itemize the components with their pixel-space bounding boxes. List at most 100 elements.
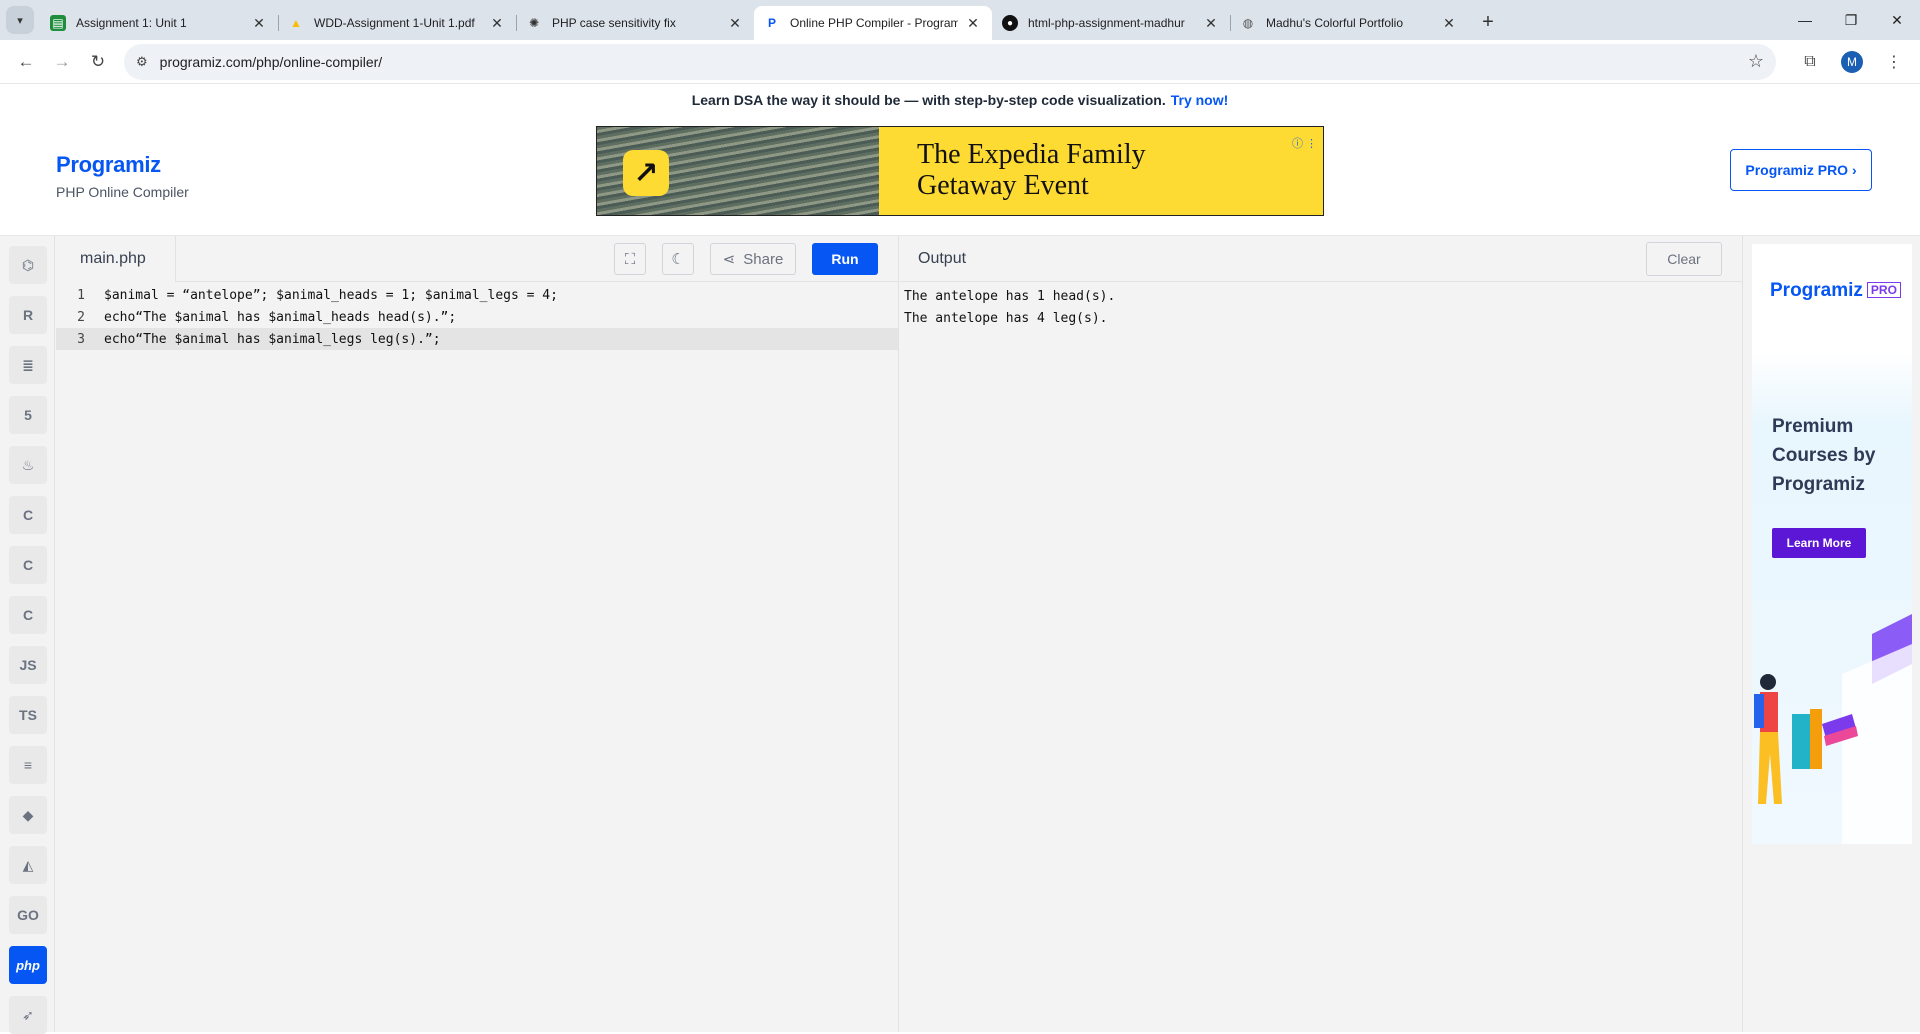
side-ad-headline: Premium Courses by Programiz — [1772, 412, 1875, 499]
openai-icon: ✺ — [528, 16, 540, 30]
tab-title: PHP case sensitivity fix — [552, 16, 676, 30]
output-toolbar: Output Clear — [900, 236, 1742, 282]
close-icon[interactable]: ✕ — [964, 14, 982, 32]
programiz-logo[interactable]: Programiz — [56, 152, 189, 178]
browser-menu-kebab-icon[interactable]: ⋮ — [1876, 44, 1912, 80]
tab-search-button[interactable]: ▾ — [6, 6, 34, 34]
line-number: 3 — [77, 331, 85, 347]
browser-tabbar: ▾ ▤ Assignment 1: Unit 1 ✕ ▲ WDD-Assignm… — [0, 0, 1920, 40]
programiz-icon: P — [767, 16, 776, 30]
promo-text: Learn DSA the way it should be — with st… — [691, 92, 1166, 108]
code-text[interactable]: echo“The $animal has $animal_legs leg(s)… — [100, 332, 441, 347]
browser-tab-1[interactable]: ▤ Assignment 1: Unit 1 ✕ — [40, 6, 278, 40]
browser-tab-4-active[interactable]: P Online PHP Compiler - Program ✕ — [754, 6, 992, 40]
reload-icon[interactable]: ↻ — [80, 44, 116, 80]
python-icon[interactable]: ⌬ — [9, 246, 47, 284]
go-icon[interactable]: GO — [9, 896, 47, 934]
url-text[interactable]: programiz.com/php/online-compiler/ — [160, 54, 1748, 70]
forward-arrow-icon[interactable]: → — [44, 44, 80, 80]
ad-line-1: The Expedia Family — [917, 139, 1146, 170]
java-icon[interactable]: ♨ — [9, 446, 47, 484]
code-area[interactable]: 1 $animal = “antelope”; $animal_heads = … — [56, 284, 898, 350]
close-icon[interactable]: ✕ — [250, 14, 268, 32]
url-omnibox[interactable]: ⚙ programiz.com/php/online-compiler/ ☆ — [124, 43, 1776, 80]
clear-button[interactable]: Clear — [1646, 242, 1722, 276]
bookmark-star-icon[interactable]: ☆ — [1748, 51, 1764, 72]
ad-text-area: The Expedia Family Getaway Event ⓘ ⋮ — [879, 127, 1323, 215]
tab-title: Madhu's Colorful Portfolio — [1266, 16, 1404, 30]
side-ad-headline-2: Courses by — [1772, 445, 1876, 466]
ad-image: ↗ — [597, 127, 879, 215]
close-icon[interactable]: ✕ — [1202, 14, 1220, 32]
csharp-icon[interactable]: C — [9, 596, 47, 634]
file-tab-main-php[interactable]: main.php — [56, 236, 176, 282]
close-window-icon[interactable]: ✕ — [1874, 0, 1920, 40]
code-editor-panel: main.php ⛶ ☾ ⋖ Share Run 1 $animal = “an… — [56, 236, 899, 1032]
run-button[interactable]: Run — [812, 243, 878, 275]
new-tab-plus-icon[interactable]: + — [1474, 8, 1502, 36]
ad-banner[interactable]: ↗ The Expedia Family Getaway Event ⓘ ⋮ — [596, 126, 1324, 216]
dark-mode-moon-icon[interactable]: ☾ — [662, 243, 694, 275]
code-line-active[interactable]: 3 echo“The $animal has $animal_legs leg(… — [56, 328, 898, 350]
browser-tab-6[interactable]: ◍ Madhu's Colorful Portfolio ✕ — [1230, 6, 1468, 40]
swift-icon[interactable]: ◭ — [9, 846, 47, 884]
r-icon[interactable]: R — [9, 296, 47, 334]
close-icon[interactable]: ✕ — [726, 14, 744, 32]
close-icon[interactable]: ✕ — [1440, 14, 1458, 32]
tab-title: Assignment 1: Unit 1 — [76, 16, 187, 30]
pro-badge: PRO — [1866, 282, 1901, 298]
code-text[interactable]: echo“The $animal has $animal_heads head(… — [100, 310, 456, 325]
profile-avatar[interactable]: M — [1834, 44, 1870, 80]
line-number: 1 — [77, 287, 85, 303]
adchoices-icon[interactable]: ⓘ ⋮ — [1292, 129, 1317, 160]
rust-icon[interactable]: ➶ — [9, 996, 47, 1034]
programiz-pro-button[interactable]: Programiz PRO › — [1730, 149, 1872, 191]
back-arrow-icon[interactable]: ← — [8, 44, 44, 80]
share-button[interactable]: ⋖ Share — [710, 243, 796, 275]
code-line[interactable]: 1 $animal = “antelope”; $animal_heads = … — [56, 284, 898, 306]
editor-toolbar: main.php ⛶ ☾ ⋖ Share Run — [56, 236, 898, 282]
close-icon[interactable]: ✕ — [488, 14, 506, 32]
code-line[interactable]: 2 echo“The $animal has $animal_heads hea… — [56, 306, 898, 328]
browser-tab-3[interactable]: ✺ PHP case sensitivity fix ✕ — [516, 6, 754, 40]
ruby-icon[interactable]: ◆ — [9, 796, 47, 834]
window-controls: — ❐ ✕ — [1782, 0, 1920, 40]
promo-link[interactable]: Try now! — [1171, 92, 1229, 108]
site-header: Programiz PHP Online Compiler ↗ The Expe… — [0, 116, 1920, 236]
html-icon[interactable]: 5 — [9, 396, 47, 434]
extensions-puzzle-icon[interactable]: ⧉ — [1792, 44, 1828, 80]
minimize-icon[interactable]: — — [1782, 0, 1828, 40]
kotlin-icon[interactable]: ≡ — [9, 746, 47, 784]
language-sidebar: ⌬ R ≣ 5 ♨ C C C JS TS ≡ ◆ ◭ GO php ➶ — [0, 236, 55, 1034]
classroom-icon: ▤ — [50, 15, 66, 31]
js-icon[interactable]: JS — [9, 646, 47, 684]
line-number: 2 — [77, 309, 85, 325]
fullscreen-icon[interactable]: ⛶ — [614, 243, 646, 275]
brand[interactable]: Programiz PHP Online Compiler — [56, 152, 189, 200]
ad-line-2: Getaway Event — [917, 170, 1089, 201]
learn-more-button[interactable]: Learn More — [1772, 528, 1866, 558]
c-icon[interactable]: C — [9, 496, 47, 534]
student-illustration — [1754, 614, 1912, 844]
sql-icon[interactable]: ≣ — [9, 346, 47, 384]
code-text[interactable]: $animal = “antelope”; $animal_heads = 1;… — [100, 288, 558, 303]
output-line: The antelope has 4 leg(s). — [904, 311, 1108, 326]
output-console[interactable]: The antelope has 1 head(s). The antelope… — [904, 286, 1115, 330]
output-line: The antelope has 1 head(s). — [904, 289, 1116, 304]
browser-tab-2[interactable]: ▲ WDD-Assignment 1-Unit 1.pdf ✕ — [278, 6, 516, 40]
browser-tab-5[interactable]: ● html-php-assignment-madhur ✕ — [992, 6, 1230, 40]
output-title: Output — [918, 250, 967, 267]
restore-icon[interactable]: ❐ — [1828, 0, 1874, 40]
site-info-icon[interactable]: ⚙ — [136, 54, 148, 70]
compiler-workspace: ⌬ R ≣ 5 ♨ C C C JS TS ≡ ◆ ◭ GO php ➶ mai… — [0, 236, 1920, 1034]
side-ad-headline-3: Programiz — [1772, 474, 1865, 495]
cpp-icon[interactable]: C — [9, 546, 47, 584]
side-ad-headline-1: Premium — [1772, 416, 1854, 437]
side-ad-banner[interactable]: Programiz PRO Premium Courses by Programi… — [1752, 244, 1912, 844]
tab-title: html-php-assignment-madhur — [1028, 16, 1185, 30]
php-icon[interactable]: php — [9, 946, 47, 984]
tab-title: Online PHP Compiler - Program — [790, 16, 958, 30]
side-ad-logo: Programiz PRO — [1770, 280, 1901, 302]
side-ad-brand: Programiz — [1770, 280, 1863, 301]
ts-icon[interactable]: TS — [9, 696, 47, 734]
